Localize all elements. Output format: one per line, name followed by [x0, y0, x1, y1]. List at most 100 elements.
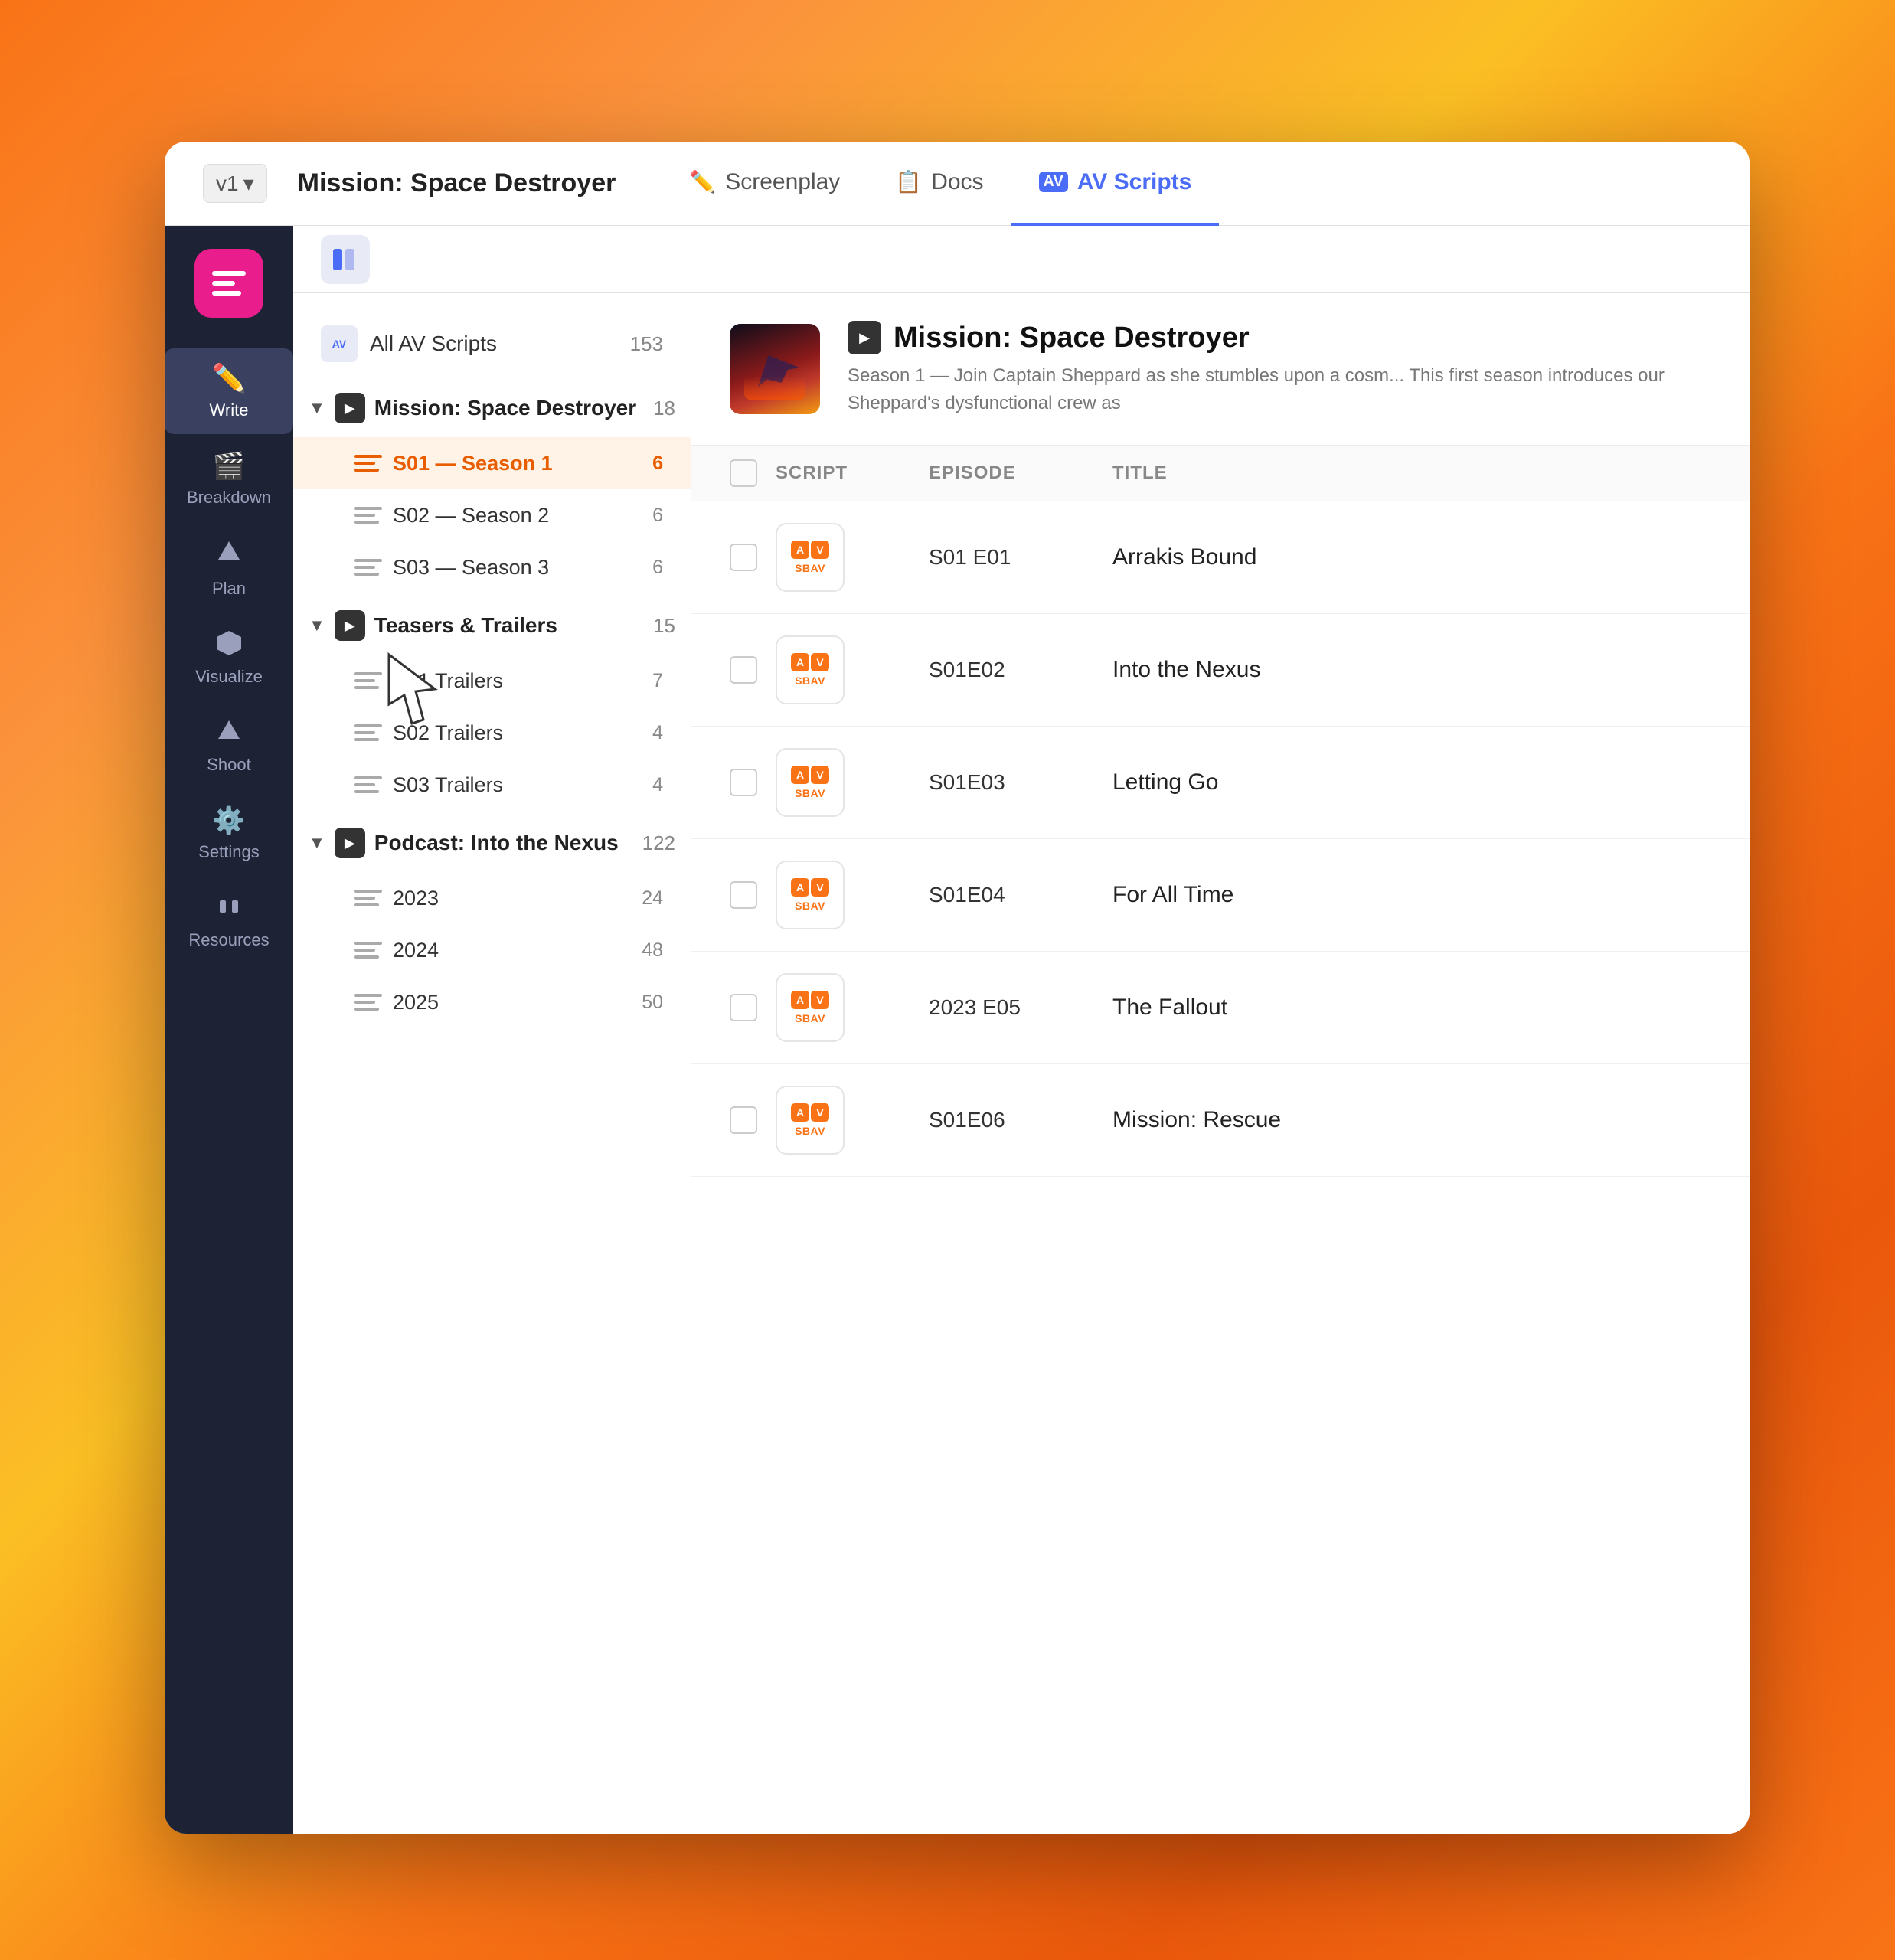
script-badge-3: A V SBAV [776, 748, 845, 817]
badge-av-6: A V [791, 1103, 829, 1122]
project-info-desc: Season 1 — Join Captain Sheppard as she … [848, 362, 1711, 417]
row-title-2: Into the Nexus [1112, 657, 1711, 683]
s03-trailers-left: S03 Trailers [354, 771, 503, 799]
row-checkbox-1[interactable] [730, 544, 757, 571]
sidebar-child-s02[interactable]: S02 — Season 2 6 [293, 489, 691, 541]
sidebar-child-s02-trailers[interactable]: S02 Trailers 4 [293, 707, 691, 759]
script-badge-1: A V SBAV [776, 523, 845, 592]
table-row[interactable]: A V SBAV 2023 E05 The Fallout [691, 952, 1750, 1064]
lines-icon-2025 [354, 988, 382, 1016]
settings-icon: ⚙️ [213, 805, 245, 836]
table-row[interactable]: A V SBAV S01E04 For All Time [691, 839, 1750, 952]
table-row[interactable]: A V SBAV S01E02 Into the Nexus [691, 614, 1750, 727]
badge-av-1: A V [791, 541, 829, 559]
sidebar-item-write[interactable]: ✏️ Write [165, 348, 293, 434]
badge-sbav-6: SBAV [795, 1125, 825, 1137]
s02-trailers-label: S02 Trailers [393, 721, 503, 745]
play-icon: ▶ [335, 393, 365, 423]
row-checkbox-4[interactable] [730, 881, 757, 909]
tab-av-scripts[interactable]: AV AV Scripts [1011, 142, 1220, 226]
table-row[interactable]: A V SBAV S01E03 Letting Go [691, 727, 1750, 839]
2024-count: 48 [642, 939, 663, 962]
logo [194, 249, 263, 318]
plan-label: Plan [212, 579, 246, 599]
sidebar-child-2025[interactable]: 2025 50 [293, 976, 691, 1028]
sidebar-child-s03-trailers[interactable]: S03 Trailers 4 [293, 759, 691, 811]
row-episode-2: S01E02 [929, 658, 1112, 682]
col-episode-header: EPISODE [929, 462, 1112, 484]
2024-label: 2024 [393, 939, 439, 962]
row-checkbox-6[interactable] [730, 1106, 757, 1134]
lines-icon-s02t [354, 719, 382, 746]
sidebar-list: AV All AV Scripts 153 ▼ ▶ Mission: Space… [293, 293, 691, 1834]
sidebar-item-settings[interactable]: ⚙️ Settings [165, 792, 293, 876]
s03-label: S03 — Season 3 [393, 556, 549, 580]
columns-icon [330, 244, 361, 275]
play-icon-2: ▶ [335, 610, 365, 641]
sidebar-child-s01[interactable]: S01 — Season 1 6 [293, 437, 691, 489]
header-checkbox[interactable] [730, 459, 757, 487]
col-title-header: TITLE [1112, 462, 1711, 484]
tab-screenplay[interactable]: ✏️ Screenplay [662, 142, 867, 226]
sidebar-item-plan[interactable]: Plan [165, 524, 293, 612]
table-row[interactable]: A V SBAV S01E06 Mission: Rescue [691, 1064, 1750, 1177]
group-podcast-count: 122 [642, 831, 675, 855]
sidebar-item-visualize[interactable]: Visualize [165, 616, 293, 701]
row-checkbox-3[interactable] [730, 769, 757, 796]
app-window: v1 ▾ Mission: Space Destroyer ✏️ Screenp… [165, 142, 1750, 1834]
thumbnail-art [744, 338, 805, 400]
sidebar-child-2023[interactable]: 2023 24 [293, 872, 691, 924]
logo-icon [209, 263, 249, 303]
2025-left: 2025 [354, 988, 439, 1016]
2024-left: 2024 [354, 936, 439, 964]
sidebar-child-2024[interactable]: 2024 48 [293, 924, 691, 976]
shoot-label: Shoot [207, 755, 251, 775]
row-checkbox-2[interactable] [730, 656, 757, 684]
group-teasers-header[interactable]: ▼ ▶ Teasers & Trailers 15 [293, 596, 691, 655]
lines-icon-s01t [354, 667, 382, 694]
s01-trailers-count: 7 [652, 670, 663, 692]
sidebar-item-resources[interactable]: Resources [165, 879, 293, 964]
sidebar-item-shoot[interactable]: Shoot [165, 704, 293, 789]
group-podcast-header[interactable]: ▼ ▶ Podcast: Into the Nexus 122 [293, 814, 691, 872]
badge-sbav-1: SBAV [795, 562, 825, 574]
sidebar-item-breakdown[interactable]: 🎬 Breakdown [165, 437, 293, 521]
tab-screenplay-label: Screenplay [725, 169, 840, 195]
header-project-title: Mission: Space Destroyer [298, 168, 616, 198]
badge-av-3: A V [791, 766, 829, 784]
2023-count: 24 [642, 887, 663, 910]
2023-label: 2023 [393, 887, 439, 910]
row-check-3 [730, 769, 776, 796]
header: v1 ▾ Mission: Space Destroyer ✏️ Screenp… [165, 142, 1750, 226]
all-av-scripts-count: 153 [630, 332, 663, 356]
badge-sbav-4: SBAV [795, 900, 825, 912]
s03-trailers-count: 4 [652, 774, 663, 796]
all-av-scripts-item[interactable]: AV All AV Scripts 153 [293, 309, 691, 379]
group-mission-space-destroyer: ▼ ▶ Mission: Space Destroyer 18 S01 — Se… [293, 379, 691, 593]
sidebar-child-s01-trailers[interactable]: S01 Trailers 7 [293, 655, 691, 707]
version-badge[interactable]: v1 ▾ [203, 164, 267, 203]
view-toggle-button[interactable] [321, 235, 370, 284]
table-row[interactable]: A V SBAV S01 E01 Arrakis Bound [691, 501, 1750, 614]
s02-left: S02 — Season 2 [354, 501, 549, 529]
row-checkbox-5[interactable] [730, 994, 757, 1021]
lines-icon-s01 [354, 449, 382, 477]
s03-trailers-label: S03 Trailers [393, 773, 503, 797]
group-mission-count: 18 [653, 397, 675, 420]
group-teasers-count: 15 [653, 614, 675, 638]
resources-icon [215, 893, 243, 924]
group-teasers-trailers: ▼ ▶ Teasers & Trailers 15 S01 Trailers [293, 596, 691, 811]
row-title-1: Arrakis Bound [1112, 544, 1711, 570]
content-area: AV All AV Scripts 153 ▼ ▶ Mission: Space… [293, 293, 1750, 1834]
visualize-icon [215, 629, 243, 661]
group-mission-header[interactable]: ▼ ▶ Mission: Space Destroyer 18 [293, 379, 691, 437]
row-episode-5: 2023 E05 [929, 995, 1112, 1020]
badge-av-2: A V [791, 653, 829, 671]
sidebar-child-s03[interactable]: S03 — Season 3 6 [293, 541, 691, 593]
all-av-scripts-label: All AV Scripts [370, 332, 497, 356]
breakdown-label: Breakdown [187, 488, 271, 508]
tab-av-scripts-label: AV Scripts [1077, 169, 1192, 195]
project-info-bar: ▶ Mission: Space Destroyer Season 1 — Jo… [691, 293, 1750, 446]
lines-icon-2024 [354, 936, 382, 964]
tab-docs[interactable]: 📋 Docs [867, 142, 1011, 226]
